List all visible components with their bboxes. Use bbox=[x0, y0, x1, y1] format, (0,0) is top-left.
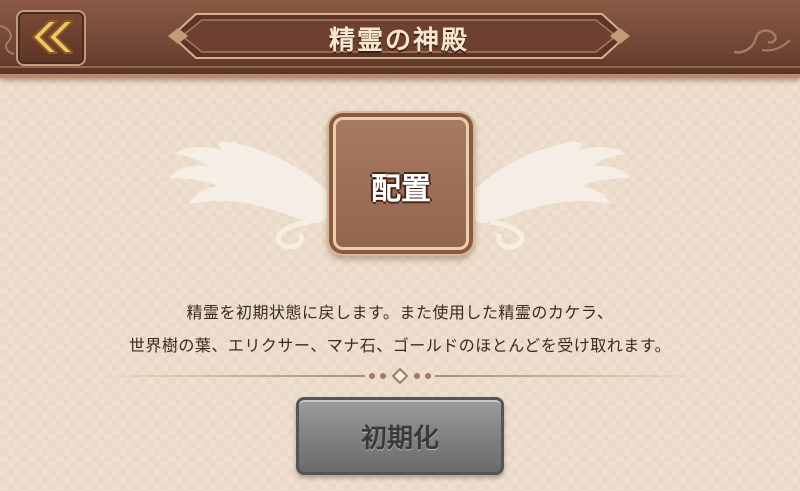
reset-button[interactable]: 初期化 bbox=[296, 397, 504, 475]
place-button[interactable]: 配置 bbox=[333, 117, 469, 250]
description-line-2: 世界樹の葉、エリクサー、マナ石、ゴールドのほとんどを受け取れます。 bbox=[128, 336, 672, 355]
title-plate: 精霊の神殿 bbox=[166, 6, 632, 66]
place-button-label: 配置 bbox=[371, 172, 431, 207]
ornament-divider bbox=[100, 368, 700, 384]
double-chevron-left-icon bbox=[32, 20, 73, 54]
ornament-flourish-icon bbox=[733, 29, 791, 54]
page-title: 精霊の神殿 bbox=[328, 26, 469, 56]
reset-button-label: 初期化 bbox=[360, 424, 439, 454]
header-bar: 精霊の神殿 bbox=[0, 0, 800, 78]
back-button[interactable] bbox=[16, 10, 86, 66]
description-line-1: 精霊を初期状態に戻します。また使用した精霊のカケラ、 bbox=[186, 303, 614, 322]
